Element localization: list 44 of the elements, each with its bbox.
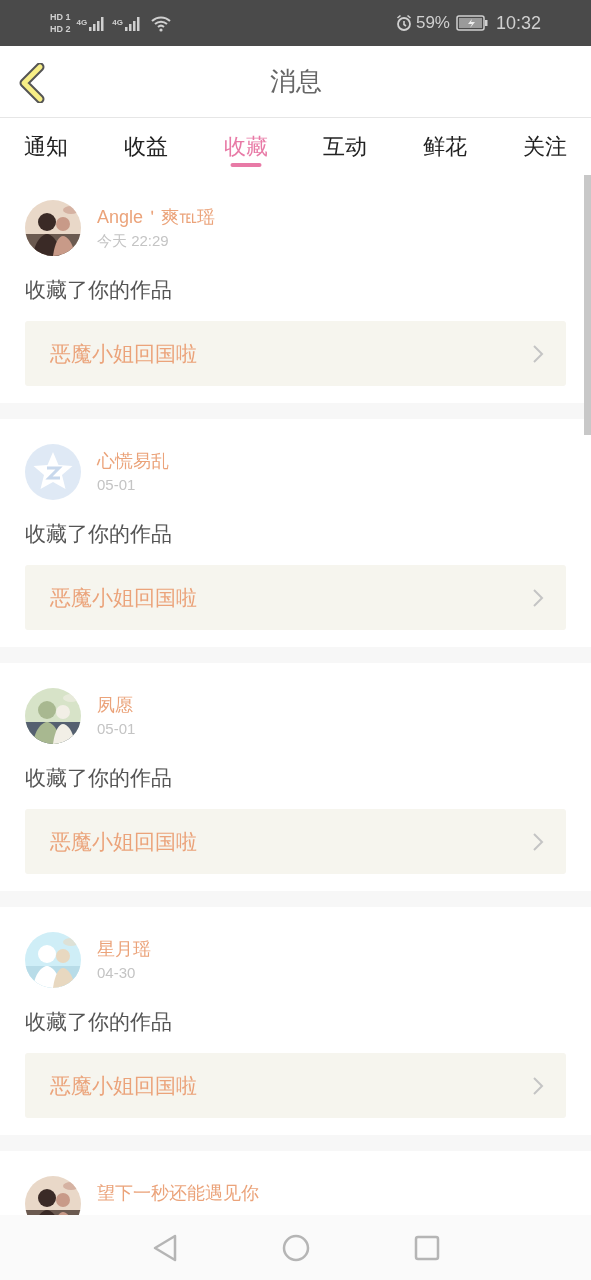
back-triangle-icon[interactable] — [151, 1233, 178, 1262]
page-title: 消息 — [269, 65, 322, 98]
work-link[interactable]: 恶魔小姐回国啦 — [25, 1053, 566, 1118]
battery-percent: 59% — [415, 12, 450, 35]
user-name[interactable]: 心慌易乱 — [97, 448, 169, 474]
message-text: 收藏了你的作品 — [25, 1009, 173, 1035]
timestamp: 今天 22:29 — [97, 231, 170, 251]
tab[interactable]: 通知 — [12, 118, 80, 175]
message-text: 收藏了你的作品 — [25, 765, 173, 791]
user-name[interactable]: 星月瑶 — [97, 936, 151, 962]
work-link[interactable]: 恶魔小姐回国啦 — [25, 565, 566, 630]
alarm-icon — [394, 14, 413, 32]
home-circle-icon[interactable] — [281, 1233, 310, 1262]
tab[interactable]: 鲜花 — [411, 118, 480, 175]
sim-label: HD 1 — [50, 11, 71, 23]
user-name[interactable]: Angle＇爽℡瑶 — [97, 204, 216, 230]
sim-label: HD 2 — [50, 23, 71, 35]
user-name[interactable]: 望下一秒还能遇见你 — [97, 1180, 259, 1206]
message-text: 收藏了你的作品 — [25, 521, 173, 547]
timestamp: 05-01 — [97, 719, 136, 739]
timestamp: 05-01 — [97, 475, 137, 495]
clock: 10:32 — [495, 11, 541, 35]
network-type: 4G — [112, 17, 123, 29]
chevron-right-icon — [532, 343, 544, 364]
message-text: 收藏了你的作品 — [25, 277, 173, 303]
work-link[interactable]: 恶魔小姐回国啦 — [25, 809, 566, 874]
network-type: 4G — [76, 17, 88, 29]
tab[interactable]: 收益 — [111, 118, 180, 175]
tab[interactable]: 关注 — [511, 118, 579, 175]
battery-icon — [455, 15, 488, 31]
signal-icon — [123, 15, 142, 31]
tab[interactable]: 互动 — [311, 118, 380, 175]
scrollbar[interactable] — [584, 175, 591, 435]
wifi-icon — [149, 14, 172, 32]
timestamp: 04-30 — [97, 963, 137, 983]
chevron-right-icon — [532, 1075, 544, 1096]
signal-icon — [88, 15, 107, 31]
chevron-right-icon — [532, 831, 544, 852]
work-link[interactable]: 恶魔小姐回国啦 — [25, 321, 566, 386]
tab[interactable]: 收藏 — [211, 118, 280, 175]
recents-square-icon[interactable] — [413, 1234, 440, 1261]
user-name[interactable]: 夙愿 — [97, 692, 136, 718]
star-avatar-icon — [25, 444, 81, 500]
chevron-right-icon — [532, 587, 544, 608]
